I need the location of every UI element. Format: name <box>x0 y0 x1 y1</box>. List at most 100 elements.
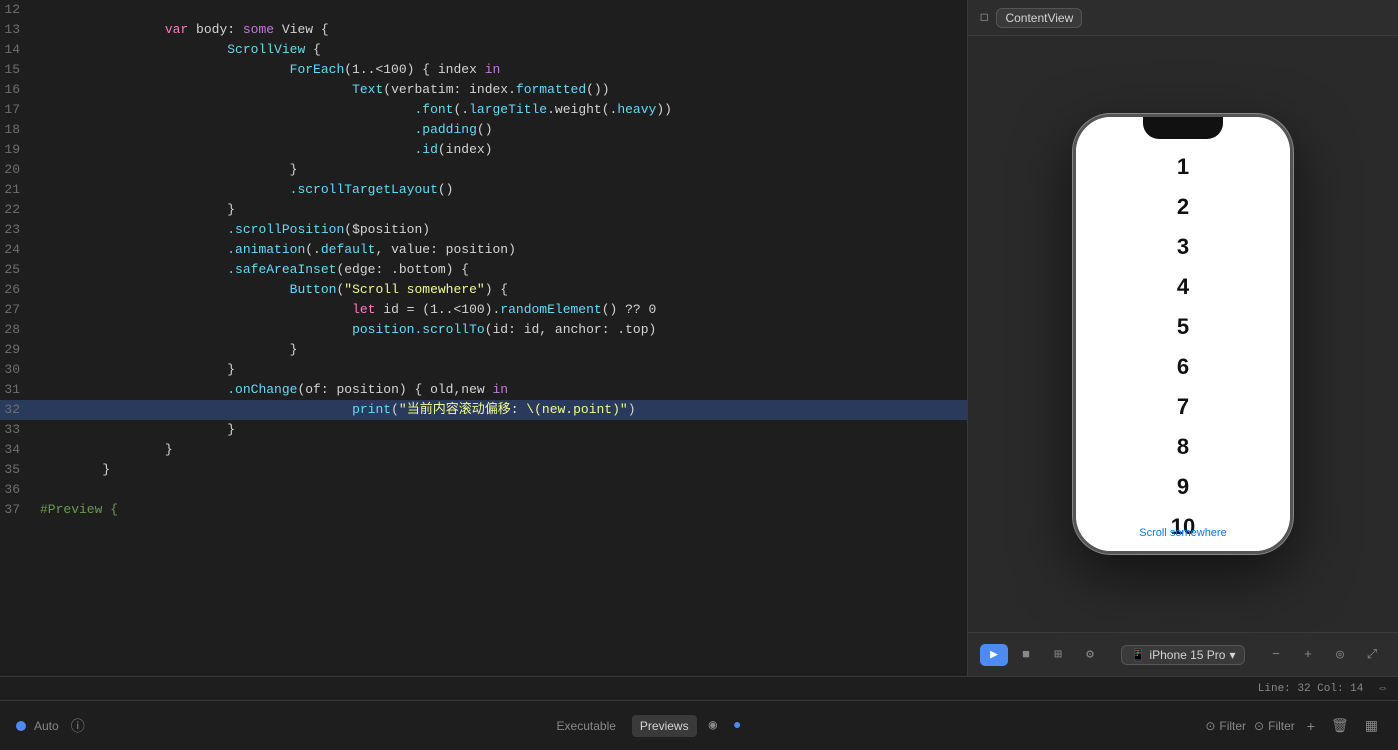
preview-icon: ◻ <box>980 9 988 26</box>
bottom-center: Executable Previews ◉ ● <box>549 715 746 737</box>
code-line-25: 25 .safeAreaInset(edge: .bottom) { <box>0 260 967 280</box>
token: () ?? 0 <box>602 300 657 320</box>
line-number: 30 <box>0 360 36 380</box>
code-line-36: 36 <box>0 480 967 500</box>
line-number: 28 <box>0 320 36 340</box>
preview-header: ◻ ContentView <box>968 0 1398 36</box>
resize-icon: ⇔ <box>1379 683 1386 695</box>
status-bar: Line: 32 Col: 14 ⇔ <box>0 676 1398 700</box>
zoom-in-button[interactable]: + <box>1294 644 1322 666</box>
code-line-23: 23 .scrollPosition($position) <box>0 220 967 240</box>
token: "Scroll somewhere" <box>344 280 484 300</box>
code-editor: 1213 var body: some View {14 ScrollView … <box>0 0 968 676</box>
token: .scrollTargetLayout <box>290 180 438 200</box>
line-number: 22 <box>0 200 36 220</box>
toolbar-left: ▶ ■ ⊞ ⚙ <box>980 644 1104 666</box>
code-line-32: 32 print("当前内容滚动偏移: \(new.point)") <box>0 400 967 420</box>
token: } <box>290 160 298 180</box>
info-icon[interactable]: ⓘ <box>67 714 89 738</box>
line-number: 18 <box>0 120 36 140</box>
filter-left-button[interactable]: ⊙ Filter <box>1205 719 1246 733</box>
bottom-right: ⊙ Filter ⊙ Filter + 🗑 ▦ <box>1205 715 1382 736</box>
token <box>40 100 414 120</box>
grid-button[interactable]: ⊞ <box>1044 644 1072 666</box>
token: (. <box>305 240 321 260</box>
preview-device-area: 12345678910Scroll somewhere <box>968 36 1398 632</box>
code-line-28: 28 position.scrollTo(id: id, anchor: .to… <box>0 320 967 340</box>
token: (edge: .bottom) { <box>336 260 469 280</box>
token <box>40 160 290 180</box>
badge-icon: ● <box>729 716 745 736</box>
add-icon[interactable]: + <box>1303 716 1319 736</box>
token: Button <box>290 280 337 300</box>
trash-icon[interactable]: 🗑 <box>1327 715 1353 736</box>
iphone-number-5: 5 <box>1177 307 1189 347</box>
line-number: 24 <box>0 240 36 260</box>
play-button[interactable]: ▶ <box>980 644 1008 666</box>
code-line-12: 12 <box>0 0 967 20</box>
token <box>40 340 290 360</box>
token <box>40 440 165 460</box>
token: .padding <box>414 120 476 140</box>
token: } <box>227 360 235 380</box>
token: (index) <box>438 140 493 160</box>
line-number: 23 <box>0 220 36 240</box>
token: () <box>477 120 493 140</box>
token: } <box>165 440 173 460</box>
token <box>40 360 227 380</box>
token <box>40 20 165 40</box>
token: (id: id, anchor: .top) <box>485 320 657 340</box>
filter-right-button[interactable]: ⊙ Filter <box>1254 719 1295 733</box>
device-selector[interactable]: 📱 iPhone 15 Pro ▾ <box>1121 645 1244 665</box>
zoom-fit-button[interactable]: ⤢ <box>1358 644 1386 666</box>
code-line-21: 21 .scrollTargetLayout() <box>0 180 967 200</box>
line-number: 15 <box>0 60 36 80</box>
filter-right-icon: ⊙ <box>1254 719 1264 733</box>
filter-left-label: Filter <box>1219 719 1246 733</box>
device-settings-button[interactable]: ⚙ <box>1076 644 1104 666</box>
iphone-mockup: 12345678910Scroll somewhere <box>1073 114 1293 554</box>
previews-tab[interactable]: Previews <box>632 715 697 737</box>
token <box>40 380 227 400</box>
stop-button[interactable]: ■ <box>1012 644 1040 666</box>
token <box>40 200 227 220</box>
device-name-label: iPhone 15 Pro <box>1149 648 1225 662</box>
token: .onChange <box>227 380 297 400</box>
token: .font <box>414 100 453 120</box>
code-line-24: 24 .animation(.default, value: position) <box>0 240 967 260</box>
code-line-16: 16 Text(verbatim: index.formatted()) <box>0 80 967 100</box>
executable-tab[interactable]: Executable <box>549 715 624 737</box>
code-line-14: 14 ScrollView { <box>0 40 967 60</box>
token <box>40 260 227 280</box>
token: .weight(. <box>547 100 617 120</box>
token <box>40 220 227 240</box>
token: { <box>305 40 321 60</box>
token: .scrollPosition <box>227 220 344 240</box>
toolbar-right: − + ◎ ⤢ <box>1262 644 1386 666</box>
line-number: 36 <box>0 480 36 500</box>
code-content: 1213 var body: some View {14 ScrollView … <box>0 0 967 676</box>
eye-icon[interactable]: ◉ <box>705 715 721 736</box>
line-number: 34 <box>0 440 36 460</box>
content-view-button[interactable]: ContentView <box>996 8 1082 28</box>
line-number: 12 <box>0 0 36 20</box>
zoom-reset-button[interactable]: ◎ <box>1326 644 1354 666</box>
token: in <box>493 380 509 400</box>
code-line-22: 22 } <box>0 200 967 220</box>
line-number: 32 <box>0 400 36 420</box>
token: ( <box>336 280 344 300</box>
zoom-out-button[interactable]: − <box>1262 644 1290 666</box>
panel-icon[interactable]: ▦ <box>1361 715 1382 736</box>
token <box>40 60 290 80</box>
token: position.scrollTo <box>352 320 485 340</box>
iphone-number-1: 1 <box>1177 147 1189 187</box>
iphone-notch <box>1143 117 1223 139</box>
token: body: <box>188 20 243 40</box>
iphone-number-7: 7 <box>1177 387 1189 427</box>
code-line-30: 30 } <box>0 360 967 380</box>
token: formatted <box>516 80 586 100</box>
code-line-29: 29 } <box>0 340 967 360</box>
scroll-somewhere-label: Scroll somewhere <box>1139 527 1226 539</box>
token: print <box>352 400 391 420</box>
token: ( <box>391 400 399 420</box>
